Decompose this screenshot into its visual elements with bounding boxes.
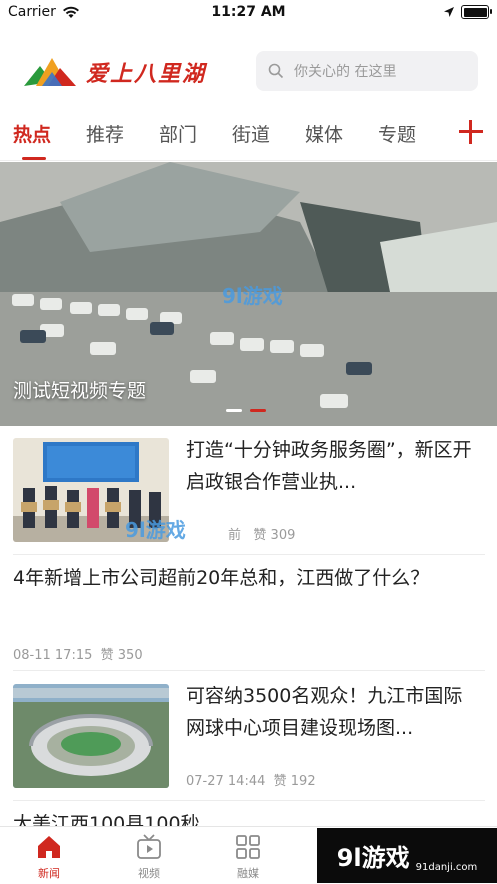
search-input[interactable]: 你关心的 在这里 xyxy=(256,51,478,91)
tv-icon xyxy=(137,834,161,859)
tab-topics[interactable]: 专题 xyxy=(378,120,416,147)
corner-watermark-site: 91danji.com xyxy=(415,862,478,873)
add-channel-icon[interactable] xyxy=(457,118,485,146)
article-date: 08-11 17:15 xyxy=(13,648,93,663)
category-tabs: 热点 推荐 部门 街道 媒体 专题 xyxy=(0,108,497,161)
article-meta: 08-11 17:15 赞 350 xyxy=(13,644,143,663)
search-placeholder: 你关心的 在这里 xyxy=(294,64,397,80)
list-item[interactable]: 4年新增上市公司超前20年总和，江西做了什么？ 08-11 17:15 赞 35… xyxy=(13,556,485,671)
list-item[interactable]: 大美江西100县100秒 xyxy=(13,802,485,826)
mountain-logo-icon xyxy=(24,58,76,86)
active-tab-indicator xyxy=(22,157,46,160)
carousel-dot-active xyxy=(250,409,266,412)
nav-media-label: 融媒 xyxy=(237,867,259,880)
article-meta: 07-27 14:44 赞 192 xyxy=(186,770,316,789)
grid-icon xyxy=(236,835,260,859)
article-title: 打造“十分钟政务服务圈”，新区开启政银合作营业执... xyxy=(186,439,472,493)
tab-hot[interactable]: 热点 xyxy=(13,120,51,147)
corner-watermark-brand: 9l游戏 xyxy=(336,844,410,872)
home-icon xyxy=(38,836,60,858)
location-arrow-icon xyxy=(444,7,454,17)
corner-watermark: 9l游戏 91danji.com xyxy=(317,828,497,883)
nav-news-label: 新闻 xyxy=(38,867,60,880)
status-right xyxy=(443,5,492,19)
list-item[interactable]: 打造“十分钟政务服务圈”，新区开启政银合作营业执... 前 赞 309 9l游戏 xyxy=(13,426,485,555)
search-icon xyxy=(268,63,284,79)
article-likes: 赞 192 xyxy=(273,774,316,789)
article-title: 大美江西100县100秒 xyxy=(13,813,200,826)
banner-caption: 测试短视频专题 xyxy=(13,380,147,402)
logo-text: 爱上八里湖 xyxy=(86,61,207,87)
watermark: 9l游戏 xyxy=(222,280,283,309)
banner-carousel[interactable]: 测试短视频专题 9l游戏 xyxy=(0,162,497,426)
article-thumbnail xyxy=(13,684,169,788)
tab-recommend[interactable]: 推荐 xyxy=(86,120,124,147)
app-header: 爱上八里湖 你关心的 在这里 xyxy=(0,44,497,104)
article-title: 4年新增上市公司超前20年总和，江西做了什么？ xyxy=(13,567,430,589)
nav-media[interactable]: 融媒 xyxy=(218,833,278,881)
tab-media[interactable]: 媒体 xyxy=(305,120,343,147)
article-date: 07-27 14:44 xyxy=(186,774,266,789)
watermark: 9l游戏 xyxy=(125,514,186,543)
nav-video-label: 视频 xyxy=(138,867,160,880)
article-date-tail: 前 xyxy=(228,528,242,543)
status-time: 11:27 AM xyxy=(211,4,286,20)
status-bar: Carrier 11:27 AM xyxy=(0,0,497,26)
watermark-text: 9l游戏 xyxy=(222,284,283,308)
battery-icon xyxy=(461,5,492,19)
article-likes: 赞 309 xyxy=(253,528,296,543)
watermark-text: 9l游戏 xyxy=(125,518,186,542)
tab-departments[interactable]: 部门 xyxy=(159,120,197,147)
list-item[interactable]: 可容纳3500名观众！九江市国际网球中心项目建设现场图... 07-27 14:… xyxy=(13,672,485,801)
carousel-indicator xyxy=(226,409,266,412)
article-likes: 赞 350 xyxy=(100,648,143,663)
nav-video[interactable]: 视频 xyxy=(119,833,179,881)
carousel-dot xyxy=(226,409,242,412)
tab-streets[interactable]: 街道 xyxy=(232,120,270,147)
app-logo: 爱上八里湖 xyxy=(22,54,206,90)
article-title: 可容纳3500名观众！九江市国际网球中心项目建设现场图... xyxy=(186,685,463,739)
article-meta: 前 赞 309 xyxy=(228,524,295,543)
nav-news[interactable]: 新闻 xyxy=(19,833,79,881)
